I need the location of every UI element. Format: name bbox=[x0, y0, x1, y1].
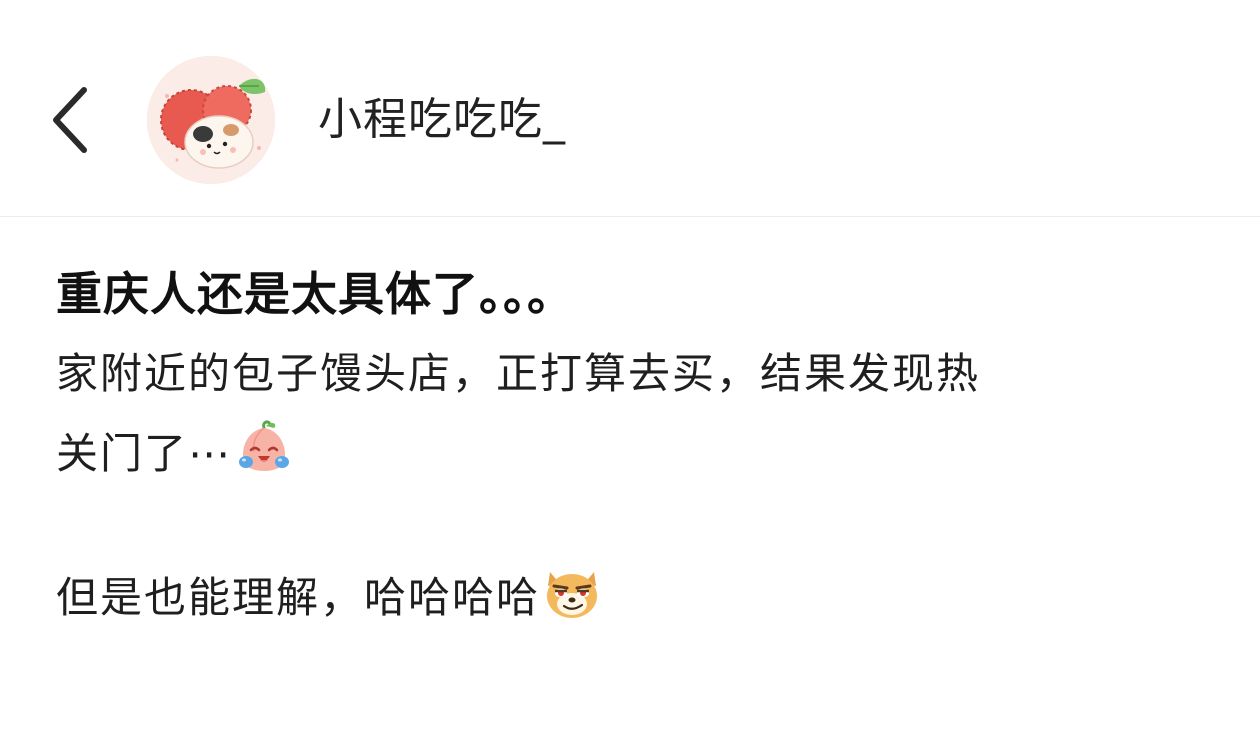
post-paragraph-2: 但是也能理解，哈哈哈哈 bbox=[56, 558, 1206, 638]
crying-peach-emoji-icon bbox=[234, 418, 294, 478]
post-title: 重庆人还是太具体了。。。 bbox=[56, 267, 574, 321]
avatar-image bbox=[147, 56, 275, 184]
chevron-left-icon bbox=[53, 87, 87, 153]
post-paragraph-1: 家附近的包子馒头店，正打算去买，结果发现热 关门了⋯ bbox=[56, 334, 1206, 494]
smirking-dog-emoji-icon bbox=[542, 562, 602, 622]
paragraph-1-line-1: 家附近的包子馒头店，正打算去买，结果发现热 bbox=[56, 349, 981, 398]
back-button[interactable] bbox=[40, 78, 104, 162]
username[interactable]: 小程吃吃吃_ bbox=[318, 92, 566, 148]
paragraph-1-line-2-text: 关门了⋯ bbox=[56, 429, 233, 478]
paragraph-2-text: 但是也能理解，哈哈哈哈 bbox=[56, 573, 541, 622]
post-header: 小程吃吃吃_ bbox=[0, 0, 1260, 217]
avatar[interactable] bbox=[147, 56, 275, 184]
post-body: 重庆人还是太具体了。。。 家附近的包子馒头店，正打算去买，结果发现热 关门了⋯ bbox=[56, 256, 1206, 638]
paragraph-1-line-2: 关门了⋯ bbox=[56, 414, 1206, 494]
